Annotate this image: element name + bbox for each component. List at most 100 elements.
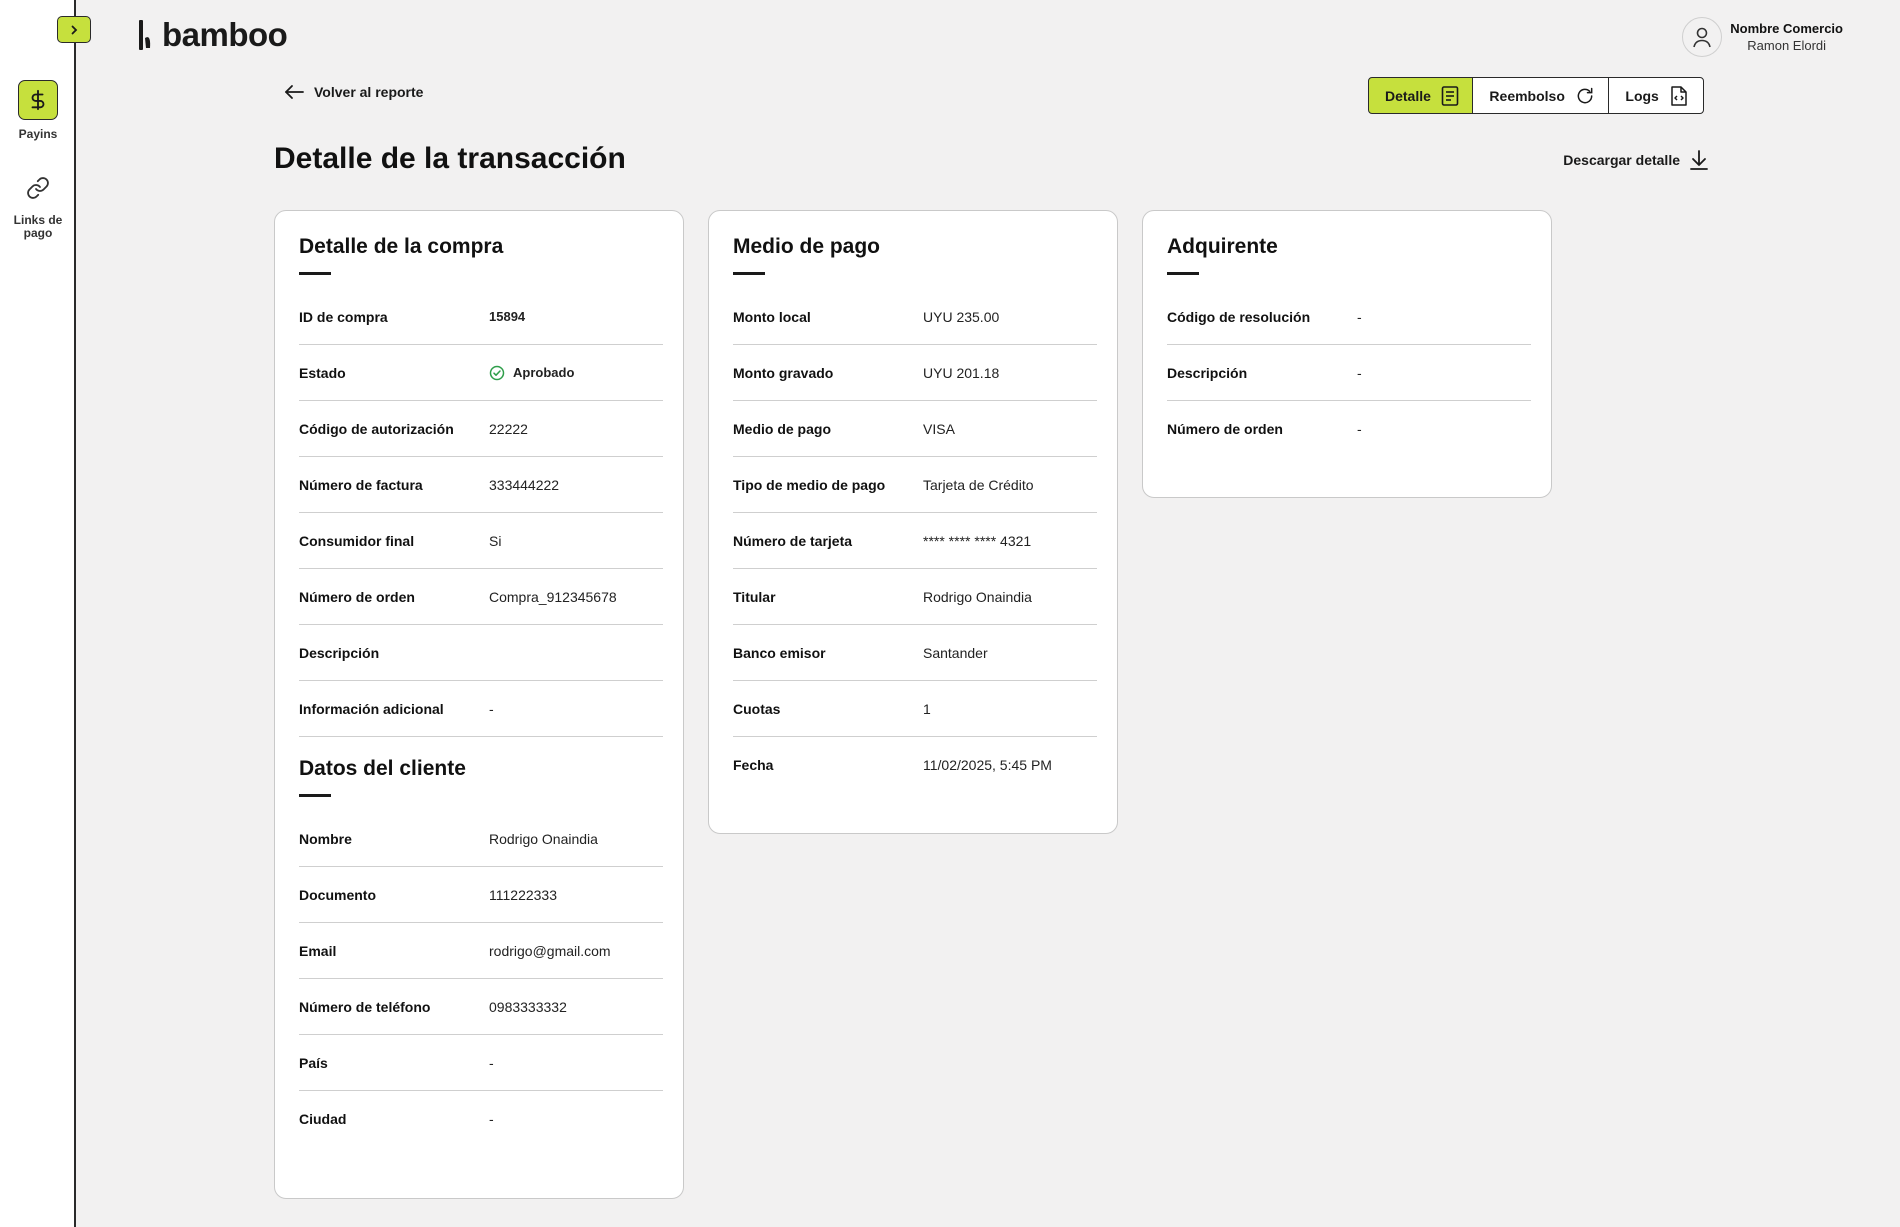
- status-badge: Aprobado: [489, 365, 574, 381]
- download-icon: [1690, 150, 1708, 170]
- arrow-left-icon: [285, 85, 304, 99]
- detail-row: Monto local UYU 235.00: [733, 289, 1097, 345]
- row-value: **** **** **** 4321: [923, 532, 1032, 549]
- row-value: 0983333332: [489, 998, 567, 1015]
- detail-row: Número de orden Compra_912345678: [299, 569, 663, 625]
- row-label: Medio de pago: [733, 420, 831, 437]
- purchase-detail-card: Detalle de la compra ID de compra 15894 E…: [274, 210, 684, 1199]
- sidebar-item-label: Links de pago: [13, 213, 63, 240]
- row-label: Número de teléfono: [299, 998, 431, 1015]
- row-value: -: [1357, 308, 1362, 325]
- row-label: Ciudad: [299, 1111, 347, 1127]
- row-value: 22222: [489, 420, 528, 437]
- row-value: 333444222: [489, 476, 560, 493]
- tab-label: Logs: [1625, 87, 1659, 104]
- tab-detalle[interactable]: Detalle: [1368, 77, 1474, 114]
- detail-row: Código de autorización 22222: [299, 401, 663, 457]
- detail-tabs: Detalle Reembolso Logs: [1368, 77, 1704, 114]
- row-value: -: [489, 1111, 494, 1127]
- bamboo-logo-icon: [139, 20, 151, 50]
- payment-method-card: Medio de pago Monto local UYU 235.00 Mont…: [708, 210, 1118, 834]
- row-label: ID de compra: [299, 308, 388, 325]
- row-value: -: [1357, 421, 1362, 437]
- sidebar-toggle-button[interactable]: [57, 16, 91, 43]
- row-value: UYU 235.00: [923, 308, 1000, 325]
- back-to-report-link[interactable]: Volver al reporte: [284, 84, 423, 100]
- row-value: Compra_912345678: [489, 588, 617, 605]
- row-value: Rodrigo Onaindia: [923, 588, 1032, 605]
- detail-row: Descripción: [299, 625, 663, 681]
- row-label: Nombre: [299, 830, 352, 847]
- row-value: Si: [489, 532, 502, 549]
- download-label: Descargar detalle: [1563, 152, 1680, 168]
- detail-row: Documento 111222333: [299, 867, 663, 923]
- row-value: Santander: [923, 644, 988, 661]
- detail-row: Monto gravado UYU 201.18: [733, 345, 1097, 401]
- detail-row: Banco emisor Santander: [733, 625, 1097, 681]
- detail-row: Estado Aprobado: [299, 345, 663, 401]
- tab-logs[interactable]: Logs: [1608, 77, 1704, 114]
- title-underline: [299, 794, 331, 797]
- detail-row: Descripción -: [1167, 345, 1531, 401]
- user-icon: [1682, 17, 1723, 57]
- row-label: Información adicional: [299, 700, 444, 717]
- brand-logo[interactable]: bamboo: [138, 16, 288, 54]
- page-title: Detalle de la transacción: [274, 142, 626, 175]
- row-label: Monto local: [733, 308, 811, 325]
- row-value: Rodrigo Onaindia: [489, 830, 598, 847]
- row-label: Código de resolución: [1167, 308, 1311, 325]
- card-title: Adquirente: [1167, 235, 1278, 258]
- chevron-right-icon: [71, 25, 78, 34]
- card-title: Detalle de la compra: [299, 235, 504, 258]
- row-label: Documento: [299, 886, 376, 903]
- title-underline: [733, 272, 765, 275]
- detail-row: Número de tarjeta **** **** **** 4321: [733, 513, 1097, 569]
- detail-row: ID de compra 15894: [299, 289, 663, 345]
- acquirer-card: Adquirente Código de resolución - Descrip…: [1142, 210, 1552, 498]
- sidebar-item-payins[interactable]: Payins: [0, 80, 76, 141]
- merchant-name: Nombre Comercio: [1730, 21, 1843, 36]
- dollar-icon: [18, 80, 58, 120]
- row-value: Tarjeta de Crédito: [923, 476, 1034, 493]
- back-link-label: Volver al reporte: [314, 84, 424, 100]
- sidebar: Payins Links de pago: [0, 0, 76, 1227]
- refresh-icon: [1577, 87, 1593, 103]
- tab-label: Detalle: [1385, 87, 1431, 104]
- row-value: 15894: [489, 309, 526, 324]
- row-label: Email: [299, 942, 337, 959]
- user-name: Ramon Elordi: [1747, 38, 1827, 53]
- row-label: Código de autorización: [299, 420, 454, 437]
- row-value: 11/02/2025, 5:45 PM: [923, 757, 1052, 773]
- detail-row: Número de factura 333444222: [299, 457, 663, 513]
- title-underline: [1167, 272, 1199, 275]
- detail-row: Cuotas 1: [733, 681, 1097, 737]
- row-value: -: [489, 1054, 494, 1071]
- tab-reembolso[interactable]: Reembolso: [1472, 77, 1610, 114]
- detail-row: Titular Rodrigo Onaindia: [733, 569, 1097, 625]
- code-file-icon: [1671, 85, 1687, 106]
- detail-row: País -: [299, 1035, 663, 1091]
- user-menu[interactable]: Nombre Comercio Ramon Elordi: [1682, 17, 1843, 57]
- status-text: Aprobado: [513, 365, 575, 380]
- row-label: Descripción: [1167, 364, 1248, 381]
- row-value: VISA: [923, 420, 955, 437]
- row-label: Titular: [733, 588, 776, 605]
- row-label: Consumidor final: [299, 532, 415, 549]
- title-underline: [299, 272, 331, 275]
- detail-row: Fecha 11/02/2025, 5:45 PM: [733, 737, 1097, 793]
- row-value: rodrigo@gmail.com: [489, 942, 611, 959]
- tab-label: Reembolso: [1489, 87, 1565, 104]
- detail-row: Consumidor final Si: [299, 513, 663, 569]
- sidebar-item-label: Payins: [18, 127, 58, 141]
- row-label: Número de orden: [299, 588, 415, 605]
- row-label: Banco emisor: [733, 644, 826, 661]
- row-label: Descripción: [299, 644, 380, 661]
- card-title: Medio de pago: [733, 235, 880, 258]
- detail-row: Número de teléfono 0983333332: [299, 979, 663, 1035]
- row-value: UYU 201.18: [923, 364, 1000, 381]
- detail-row: Medio de pago VISA: [733, 401, 1097, 457]
- row-label: Estado: [299, 364, 346, 381]
- row-value: 1: [923, 700, 931, 717]
- sidebar-item-links-de-pago[interactable]: Links de pago: [0, 168, 76, 240]
- download-detail-button[interactable]: Descargar detalle: [1563, 150, 1708, 170]
